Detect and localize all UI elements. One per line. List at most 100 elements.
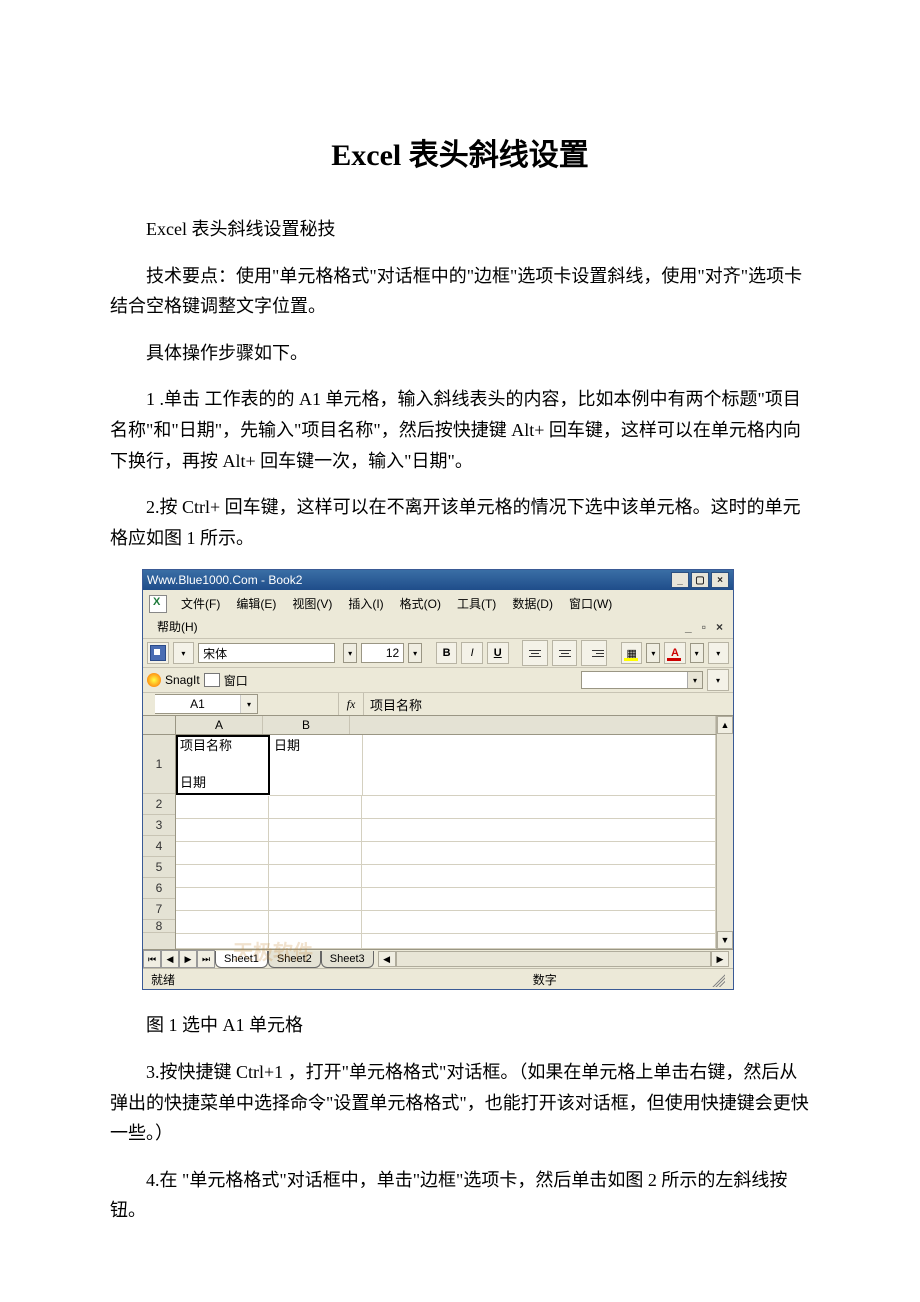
row-header-7[interactable]: 7 [143, 899, 175, 920]
name-box-dropdown[interactable]: ▾ [240, 695, 257, 713]
tab-nav-prev[interactable]: ◀ [161, 950, 179, 968]
cell-rest-7[interactable] [362, 911, 716, 934]
font-color-button[interactable]: A [664, 642, 686, 664]
cell-B4[interactable] [269, 842, 362, 865]
save-button[interactable] [147, 642, 169, 664]
tab-nav-next[interactable]: ▶ [179, 950, 197, 968]
cell-B2[interactable] [269, 796, 362, 819]
formula-bar[interactable]: 项目名称 [364, 695, 733, 714]
name-box[interactable]: A1 ▾ [155, 694, 258, 714]
menu-help[interactable]: 帮助(H) [149, 615, 206, 638]
scroll-up-button[interactable]: ▲ [717, 716, 733, 734]
cell-rest-1[interactable] [363, 735, 716, 796]
doc-minimize-button[interactable]: _ [681, 620, 696, 634]
menu-window[interactable]: 窗口(W) [561, 592, 620, 615]
sheet-tab-2[interactable]: Sheet2 [268, 951, 321, 968]
row-header-2[interactable]: 2 [143, 794, 175, 815]
row-header-4[interactable]: 4 [143, 836, 175, 857]
snagit-combo[interactable]: ▾ [581, 671, 703, 689]
cell-B7[interactable] [269, 911, 362, 934]
save-icon [150, 645, 166, 661]
font-color-dropdown[interactable]: ▾ [690, 643, 704, 663]
cell-A1[interactable]: 项目名称 日期 [176, 735, 270, 795]
row-header-6[interactable]: 6 [143, 878, 175, 899]
toolbar-options-button[interactable]: ▾ [173, 642, 195, 664]
font-name-combo[interactable]: 宋体 [198, 643, 335, 663]
vertical-scrollbar[interactable]: ▲ ▼ [716, 716, 733, 949]
worksheet-grid[interactable]: 1 2 3 4 5 6 7 8 A B 项目名称 日期 [143, 716, 733, 949]
snagit-icon [147, 673, 161, 687]
minimize-button[interactable]: _ [671, 572, 689, 588]
snagit-window-label: 窗口 [224, 672, 248, 689]
cell-A2[interactable] [176, 796, 269, 819]
doc-restore-button[interactable]: ▫ [698, 620, 710, 634]
cell-A5[interactable] [176, 865, 269, 888]
menu-tools[interactable]: 工具(T) [449, 592, 504, 615]
font-size-combo[interactable]: 12 [361, 643, 404, 663]
cell-B8[interactable] [269, 934, 362, 949]
row-header-8[interactable]: 8 [143, 920, 175, 933]
figure1-caption: 图 1 选中 A1 单元格 [110, 1010, 810, 1041]
cell-A4[interactable] [176, 842, 269, 865]
excel-window: OCX.COM Www.Blue1000.Com - Book2 _ ▢ × 文… [142, 569, 734, 990]
row-header-5[interactable]: 5 [143, 857, 175, 878]
close-button[interactable]: × [711, 572, 729, 588]
paragraph-step1: 1 .单击 工作表的的 A1 单元格，输入斜线表头的内容，比如本例中有两个标题"… [110, 384, 810, 476]
bold-button[interactable]: B [436, 642, 458, 664]
row-header-1[interactable]: 1 [143, 735, 175, 794]
cell-B6[interactable] [269, 888, 362, 911]
cell-A7[interactable] [176, 911, 269, 934]
cell-A3[interactable] [176, 819, 269, 842]
cell-B1[interactable]: 日期 [270, 735, 363, 796]
tab-nav-first[interactable]: ⏮ [143, 950, 161, 968]
sheet-tab-3[interactable]: Sheet3 [321, 951, 374, 968]
col-header-B[interactable]: B [263, 716, 350, 734]
horizontal-scrollbar[interactable]: ◀ ▶ [378, 951, 729, 967]
scroll-left-button[interactable]: ◀ [378, 951, 396, 967]
fill-color-dropdown[interactable]: ▾ [646, 643, 660, 663]
cell-rest-3[interactable] [362, 819, 716, 842]
paragraph-step2: 2.按 Ctrl+ 回车键，这样可以在不离开该单元格的情况下选中该单元格。这时的… [110, 492, 810, 553]
italic-button[interactable]: I [461, 642, 483, 664]
snagit-toolbar: SnagIt 窗口 ▾ ▾ [143, 668, 733, 693]
align-left-button[interactable] [522, 640, 548, 666]
sheet-tab-1[interactable]: Sheet1 [215, 951, 268, 968]
cell-A8[interactable] [176, 934, 269, 949]
font-name-dropdown-arrow[interactable]: ▾ [343, 643, 357, 663]
cell-rest-5[interactable] [362, 865, 716, 888]
menu-format[interactable]: 格式(O) [392, 592, 449, 615]
select-all-corner[interactable] [143, 716, 175, 735]
maximize-button[interactable]: ▢ [691, 572, 709, 588]
col-header-rest[interactable] [350, 716, 716, 734]
menu-view[interactable]: 视图(V) [284, 592, 340, 615]
cell-rest-2[interactable] [362, 796, 716, 819]
snagit-overflow-button[interactable]: ▾ [707, 669, 729, 691]
cell-rest-4[interactable] [362, 842, 716, 865]
cell-B3[interactable] [269, 819, 362, 842]
menu-data[interactable]: 数据(D) [504, 592, 561, 615]
align-right-button[interactable] [581, 640, 607, 666]
cell-rest-8[interactable] [362, 934, 716, 949]
menu-insert[interactable]: 插入(I) [340, 592, 391, 615]
font-size-dropdown-arrow[interactable]: ▾ [408, 643, 422, 663]
scroll-right-button[interactable]: ▶ [711, 951, 729, 967]
col-header-A[interactable]: A [176, 716, 263, 734]
tab-nav-last[interactable]: ⏭ [197, 950, 215, 968]
cell-B5[interactable] [269, 865, 362, 888]
fill-color-button[interactable]: ▦ [621, 642, 643, 664]
scroll-down-button[interactable]: ▼ [717, 931, 733, 949]
cell-rest-6[interactable] [362, 888, 716, 911]
resize-grip-icon[interactable] [709, 971, 725, 987]
underline-button[interactable]: U [487, 642, 509, 664]
window-titlebar[interactable]: Www.Blue1000.Com - Book2 _ ▢ × [143, 570, 733, 590]
menu-edit[interactable]: 编辑(E) [228, 592, 284, 615]
align-center-button[interactable] [552, 640, 578, 666]
snagit-label: SnagIt [165, 673, 200, 687]
toolbar-overflow-button[interactable]: ▾ [708, 642, 730, 664]
menu-file[interactable]: 文件(F) [173, 592, 228, 615]
fx-button[interactable]: fx [338, 693, 364, 715]
row-header-3[interactable]: 3 [143, 815, 175, 836]
cell-A6[interactable] [176, 888, 269, 911]
doc-close-button[interactable]: × [712, 620, 727, 634]
formula-bar-row: A1 ▾ fx 项目名称 [143, 693, 733, 716]
